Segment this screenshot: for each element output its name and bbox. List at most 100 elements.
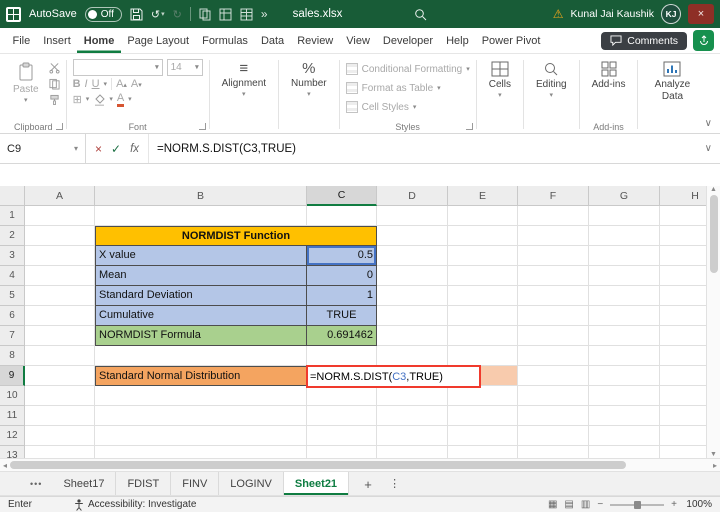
cell-F11[interactable] [518,406,589,426]
cell-D1[interactable] [377,206,448,226]
cell-B5[interactable]: Standard Deviation [95,286,307,306]
cell-A2[interactable] [25,226,95,246]
sheet-tab-sheet17[interactable]: Sheet17 [52,472,116,495]
clipboard-dialog-launcher[interactable] [56,123,63,130]
row-header-2[interactable]: 2 [0,226,25,246]
ribbon-tab-page-layout[interactable]: Page Layout [121,28,196,53]
cell-B3[interactable]: X value [95,246,307,266]
cell-G6[interactable] [589,306,660,326]
cell-A4[interactable] [25,266,95,286]
cell-C10[interactable] [307,386,377,406]
column-header-A[interactable]: A [25,186,95,206]
cell-C12[interactable] [307,426,377,446]
row-header-8[interactable]: 8 [0,346,25,366]
cell-E2[interactable] [448,226,518,246]
redo-icon[interactable]: ↻ [173,8,182,21]
ribbon-tab-power-pivot[interactable]: Power Pivot [475,28,547,53]
row-header-9[interactable]: 9 [0,366,25,386]
analyze-data-button[interactable]: Analyze Data [644,59,700,104]
scroll-left-icon[interactable]: ◂ [3,461,7,470]
user-name[interactable]: Kunal Jai Kaushik [571,8,654,20]
cell-E3[interactable] [448,246,518,266]
cell-D8[interactable] [377,346,448,366]
cell-B12[interactable] [95,426,307,446]
cell-F1[interactable] [518,206,589,226]
decrease-font-button[interactable]: A▾ [131,78,142,90]
cell-A3[interactable] [25,246,95,266]
row-header-13[interactable]: 13 [0,446,25,458]
sheet-options-icon[interactable]: ⋮ [381,472,408,495]
cell-C11[interactable] [307,406,377,426]
column-header-G[interactable]: G [589,186,660,206]
cell-F5[interactable] [518,286,589,306]
editing-button[interactable]: Editing ▾ [530,59,573,101]
cell-E4[interactable] [448,266,518,286]
cell-D13[interactable] [377,446,448,458]
horizontal-scroll-thumb[interactable] [10,461,626,469]
cell-F2[interactable] [518,226,589,246]
cell-C5[interactable]: 1 [307,286,377,306]
increase-font-button[interactable]: A▴ [116,78,127,90]
name-box[interactable]: C9 ▾ [0,134,86,163]
row-header-10[interactable]: 10 [0,386,25,406]
cell-D6[interactable] [377,306,448,326]
vertical-scroll-thumb[interactable] [710,195,718,273]
cell-G5[interactable] [589,286,660,306]
sheet-tab-sheet21[interactable]: Sheet21 [284,472,349,495]
cell-A9[interactable] [25,366,95,386]
cell-styles-button[interactable]: Cell Styles ▾ [346,98,470,116]
sheet-tab-fdist[interactable]: FDIST [116,472,171,495]
row-header-5[interactable]: 5 [0,286,25,306]
ribbon-tab-review[interactable]: Review [291,28,340,53]
font-name-select[interactable]: ▾ [73,59,163,76]
italic-button[interactable]: I [85,78,88,90]
cell-F8[interactable] [518,346,589,366]
styles-dialog-launcher[interactable] [466,123,473,130]
column-header-C[interactable]: C [307,186,377,206]
cell-A1[interactable] [25,206,95,226]
cell-G1[interactable] [589,206,660,226]
ribbon-collapse-chevron[interactable]: ∨ [705,118,712,129]
cell-B13[interactable] [95,446,307,458]
cell-B4[interactable]: Mean [95,266,307,286]
cell-E6[interactable] [448,306,518,326]
avatar[interactable]: KJ [661,4,681,24]
cell-A10[interactable] [25,386,95,406]
scroll-up-icon[interactable]: ▲ [710,186,717,193]
cell-F13[interactable] [518,446,589,458]
close-button[interactable]: × [688,4,714,24]
sheet-tab-overflow[interactable]: ••• [0,472,52,495]
conditional-formatting-button[interactable]: Conditional Formatting ▾ [346,60,470,78]
format-painter-icon[interactable] [49,94,60,106]
cell-B8[interactable] [95,346,307,366]
cell-G8[interactable] [589,346,660,366]
cell-F9[interactable] [518,366,589,386]
format-as-table-button[interactable]: Format as Table ▾ [346,79,470,97]
row-header-4[interactable]: 4 [0,266,25,286]
ribbon-tab-help[interactable]: Help [440,28,476,53]
cell-F6[interactable] [518,306,589,326]
new-sheet-button[interactable]: + [359,475,377,493]
cell-C1[interactable] [307,206,377,226]
accessibility-status[interactable]: Accessibility: Investigate [74,499,196,511]
cell-G10[interactable] [589,386,660,406]
page-break-view-icon[interactable]: ▥ [581,499,590,510]
zoom-slider-knob[interactable] [634,501,641,509]
undo-icon[interactable]: ↺▾ [151,8,165,21]
addins-button[interactable]: Add-ins [586,59,632,92]
cell-D11[interactable] [377,406,448,426]
cell-D10[interactable] [377,386,448,406]
font-dialog-launcher[interactable] [199,123,206,130]
row-header-1[interactable]: 1 [0,206,25,226]
sheet-tab-loginv[interactable]: LOGINV [219,472,284,495]
cell-B9[interactable]: Standard Normal Distribution [95,366,307,386]
cell-D2[interactable] [377,226,448,246]
cell-F7[interactable] [518,326,589,346]
cell-E13[interactable] [448,446,518,458]
sheet-tab-finv[interactable]: FINV [171,472,219,495]
row-header-12[interactable]: 12 [0,426,25,446]
cell-D3[interactable] [377,246,448,266]
cell-C7[interactable]: 0.691462 [307,326,377,346]
save-icon[interactable] [130,8,143,21]
select-all-corner[interactable] [0,186,25,206]
